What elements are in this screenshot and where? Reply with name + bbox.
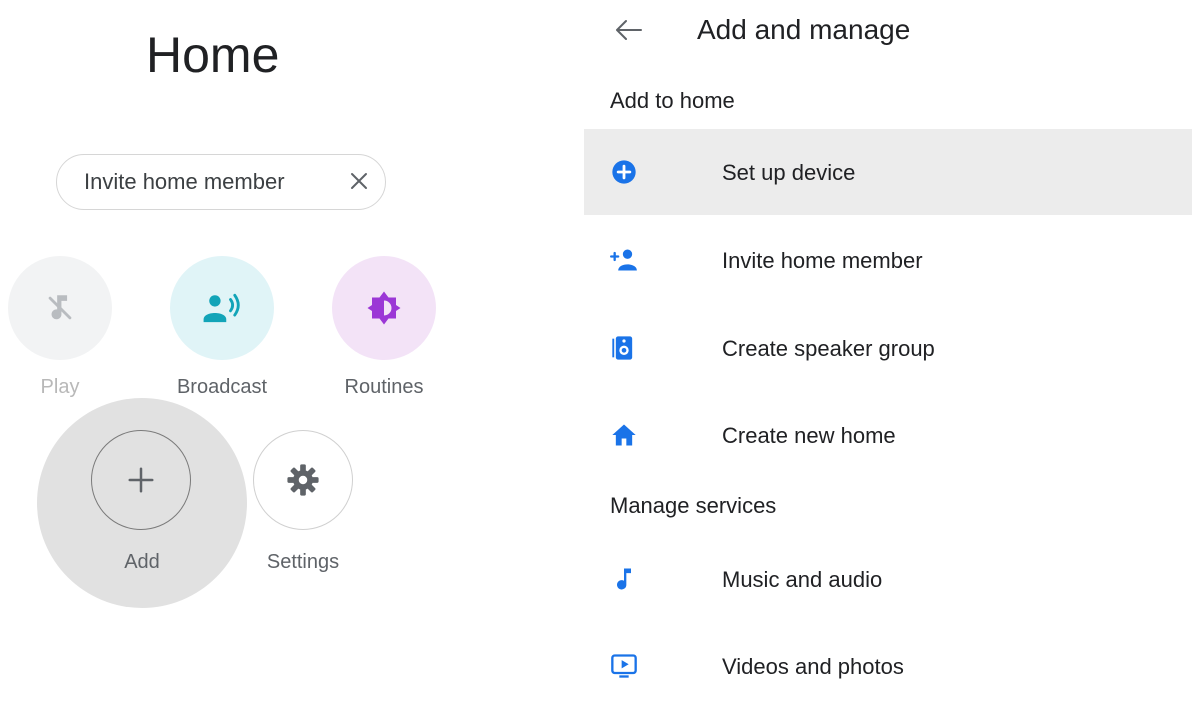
add-button[interactable] <box>91 430 191 530</box>
menu-item-label: Create new home <box>722 423 896 448</box>
menu-item-create-new-home[interactable]: Create new home <box>584 392 1192 478</box>
menu-item-set-up-device[interactable]: Set up device <box>584 129 1192 215</box>
broadcast-icon <box>203 293 240 323</box>
close-icon[interactable] <box>347 169 371 193</box>
back-arrow-icon[interactable] <box>613 16 645 44</box>
broadcast-label: Broadcast <box>176 376 268 398</box>
home-icon <box>612 424 636 446</box>
menu-item-label: Invite home member <box>722 248 923 273</box>
page-title: Home <box>146 27 280 83</box>
routines-icon <box>367 291 401 325</box>
menu-item-videos-and-photos[interactable]: Videos and photos <box>584 623 1192 709</box>
menu-item-create-speaker-group[interactable]: Create speaker group <box>584 305 1192 391</box>
music-off-icon <box>48 295 72 320</box>
menu-item-label: Music and audio <box>722 567 883 592</box>
add-circle-icon <box>612 160 636 184</box>
play-button[interactable] <box>8 256 112 360</box>
person-add-icon <box>610 249 637 271</box>
speaker-icon <box>612 336 633 360</box>
invite-member-chip[interactable]: Invite home member <box>56 154 386 210</box>
settings-button[interactable] <box>253 430 353 530</box>
routines-button[interactable] <box>332 256 436 360</box>
music-note-icon <box>617 568 631 590</box>
menu-item-label: Videos and photos <box>722 654 904 679</box>
add-label: Add <box>124 551 160 573</box>
menu-item-music-and-audio[interactable]: Music and audio <box>584 536 1192 622</box>
panel-title: Add and manage <box>697 14 911 45</box>
chip-label: Invite home member <box>84 169 285 194</box>
menu-item-invite-home-member[interactable]: Invite home member <box>584 217 1192 303</box>
play-label: Play <box>40 376 80 398</box>
menu-item-label: Set up device <box>722 160 856 185</box>
menu-item-label: Create speaker group <box>722 336 935 361</box>
section-header-manage-services: Manage services <box>610 493 777 518</box>
plus-icon <box>128 467 154 493</box>
tv-play-icon <box>611 654 637 678</box>
section-header-add-to-home: Add to home <box>610 88 735 113</box>
gear-icon <box>287 464 319 496</box>
routines-label: Routines <box>344 376 424 398</box>
settings-label: Settings <box>266 551 340 573</box>
broadcast-button[interactable] <box>170 256 274 360</box>
